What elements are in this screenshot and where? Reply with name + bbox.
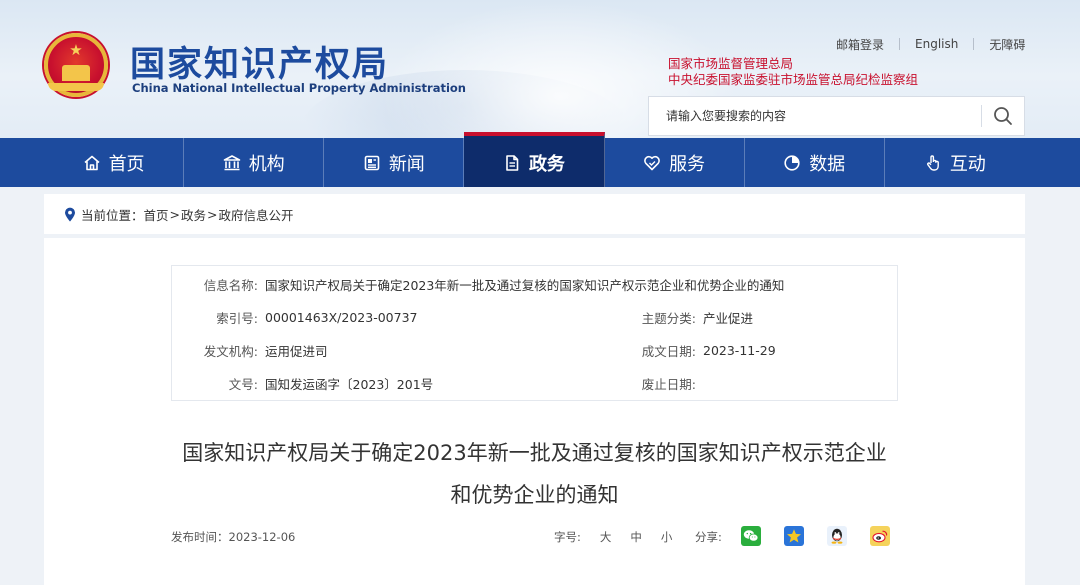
info-docno-value: 国知发运函字〔2023〕201号 bbox=[265, 377, 434, 392]
article-card: 信息名称: 国家知识产权局关于确定2023年新一批及通过复核的国家知识产权示范企… bbox=[44, 238, 1025, 585]
location-pin-icon bbox=[64, 207, 76, 222]
emblem-wheat-icon bbox=[48, 83, 104, 91]
info-expire-label: 废止日期: bbox=[641, 377, 696, 392]
main-nav: 首页 机构 新闻 政务 服务 数据 互动 bbox=[0, 132, 1080, 187]
info-date-value: 2023-11-29 bbox=[703, 343, 776, 358]
nav-item-home[interactable]: 首页 bbox=[44, 138, 185, 187]
info-topic-label: 主题分类: bbox=[641, 311, 696, 326]
site-header: ★ 国家知识产权局 China National Intellectual Pr… bbox=[0, 0, 1080, 138]
info-date-label: 成文日期: bbox=[641, 344, 696, 359]
accessibility-link[interactable]: 无障碍 bbox=[989, 36, 1025, 53]
nav-item-label: 政务 bbox=[528, 153, 565, 175]
wechat-icon[interactable] bbox=[741, 526, 761, 546]
info-issuer-value: 运用促进司 bbox=[265, 344, 328, 359]
breadcrumb-separator: > bbox=[169, 206, 181, 222]
info-topic-value: 产业促进 bbox=[703, 311, 754, 326]
mail-login-link[interactable]: 邮箱登录 bbox=[836, 36, 884, 53]
search-icon[interactable] bbox=[991, 105, 1015, 127]
discipline-inspection-link[interactable]: 中央纪委国家监委驻市场监管总局纪检监察组 bbox=[668, 72, 918, 88]
qq-icon[interactable] bbox=[827, 526, 847, 546]
pie-chart-icon bbox=[783, 154, 801, 172]
info-row-docno: 文号: 国知发运函字〔2023〕201号 废止日期: bbox=[172, 367, 899, 400]
institution-icon bbox=[223, 154, 241, 172]
nav-item-service[interactable]: 服务 bbox=[605, 138, 745, 187]
search-divider bbox=[981, 105, 982, 127]
article-title-line: 国家知识产权局关于确定2023年新一批及通过复核的国家知识产权示范企业 bbox=[182, 441, 887, 465]
nav-item-label: 新闻 bbox=[388, 153, 425, 175]
emblem-star-icon: ★ bbox=[69, 41, 83, 59]
article-meta: 发布时间：2023-12-06 字号: 大 中 小 分享: bbox=[171, 526, 898, 548]
english-link[interactable]: English bbox=[915, 37, 958, 51]
font-size-controls: 字号: 大 中 小 bbox=[554, 529, 691, 545]
nav-item-news[interactable]: 新闻 bbox=[324, 138, 465, 187]
info-name-label: 信息名称: bbox=[203, 278, 258, 293]
service-icon bbox=[643, 154, 661, 172]
samr-link[interactable]: 国家市场监督管理总局 bbox=[668, 56, 918, 72]
top-link-divider bbox=[973, 38, 975, 50]
info-row-issuer: 发文机构: 运用促进司 成文日期: 2023-11-29 bbox=[172, 334, 899, 367]
weibo-icon[interactable] bbox=[870, 526, 890, 546]
nav-item-label: 互动 bbox=[949, 153, 986, 175]
info-row-name: 信息名称: 国家知识产权局关于确定2023年新一批及通过复核的国家知识产权示范企… bbox=[172, 268, 899, 301]
nav-item-label: 机构 bbox=[248, 153, 285, 175]
font-size-label: 字号: bbox=[554, 530, 581, 544]
top-link-divider bbox=[899, 38, 901, 50]
newspaper-icon bbox=[363, 154, 381, 172]
font-size-medium-button[interactable]: 中 bbox=[630, 529, 642, 545]
hand-pointer-icon bbox=[924, 154, 942, 172]
emblem-gate-icon bbox=[62, 65, 90, 81]
breadcrumb-separator: > bbox=[207, 206, 218, 222]
site-logo-english[interactable]: China National Intellectual Property Adm… bbox=[132, 81, 466, 95]
nav-item-label: 数据 bbox=[809, 153, 846, 175]
document-icon bbox=[503, 154, 521, 172]
home-icon bbox=[83, 154, 101, 172]
info-issuer-label: 发文机构: bbox=[203, 344, 258, 359]
nav-item-institution[interactable]: 机构 bbox=[184, 138, 325, 187]
search-input[interactable] bbox=[649, 97, 981, 135]
breadcrumb-home[interactable]: 首页 bbox=[144, 205, 169, 224]
qzone-icon[interactable] bbox=[784, 526, 804, 546]
info-index-value: 00001463X/2023-00737 bbox=[265, 310, 418, 325]
nav-item-government-affairs[interactable]: 政务 bbox=[464, 132, 605, 187]
share-label: 分享: bbox=[695, 530, 722, 544]
article-title: 国家知识产权局关于确定2023年新一批及通过复核的国家知识产权示范企业 和优势企… bbox=[164, 432, 905, 516]
nav-item-interaction[interactable]: 互动 bbox=[885, 138, 1025, 187]
share-icons bbox=[741, 526, 913, 546]
parent-org-links: 国家市场监督管理总局 中央纪委国家监委驻市场监管总局纪检监察组 bbox=[668, 56, 918, 88]
font-size-small-button[interactable]: 小 bbox=[661, 529, 673, 545]
top-links: 邮箱登录 English 无障碍 bbox=[836, 36, 1025, 52]
document-info-table: 信息名称: 国家知识产权局关于确定2023年新一批及通过复核的国家知识产权示范企… bbox=[171, 265, 898, 401]
font-size-large-button[interactable]: 大 bbox=[600, 529, 612, 545]
search-box bbox=[648, 96, 1025, 136]
national-emblem-icon[interactable]: ★ bbox=[44, 33, 108, 97]
breadcrumb-government-affairs[interactable]: 政务 bbox=[181, 205, 206, 224]
site-logo-chinese[interactable]: 国家知识产权局 bbox=[130, 36, 389, 87]
article-title-line: 和优势企业的通知 bbox=[450, 483, 619, 507]
breadcrumb-info-disclosure[interactable]: 政府信息公开 bbox=[219, 205, 294, 224]
info-index-label: 索引号: bbox=[216, 311, 258, 326]
breadcrumb: 当前位置： 首页 > 政务 > 政府信息公开 bbox=[44, 194, 1025, 234]
info-docno-label: 文号: bbox=[228, 377, 258, 392]
info-name-value: 国家知识产权局关于确定2023年新一批及通过复核的国家知识产权示范企业和优势企业… bbox=[265, 278, 785, 293]
info-row-index: 索引号: 00001463X/2023-00737 主题分类: 产业促进 bbox=[172, 301, 899, 334]
nav-item-label: 服务 bbox=[669, 153, 706, 175]
nav-item-label: 首页 bbox=[108, 153, 145, 175]
breadcrumb-prefix: 当前位置： bbox=[81, 207, 144, 223]
publish-time: 发布时间：2023-12-06 bbox=[171, 530, 296, 544]
nav-item-data[interactable]: 数据 bbox=[745, 138, 885, 187]
